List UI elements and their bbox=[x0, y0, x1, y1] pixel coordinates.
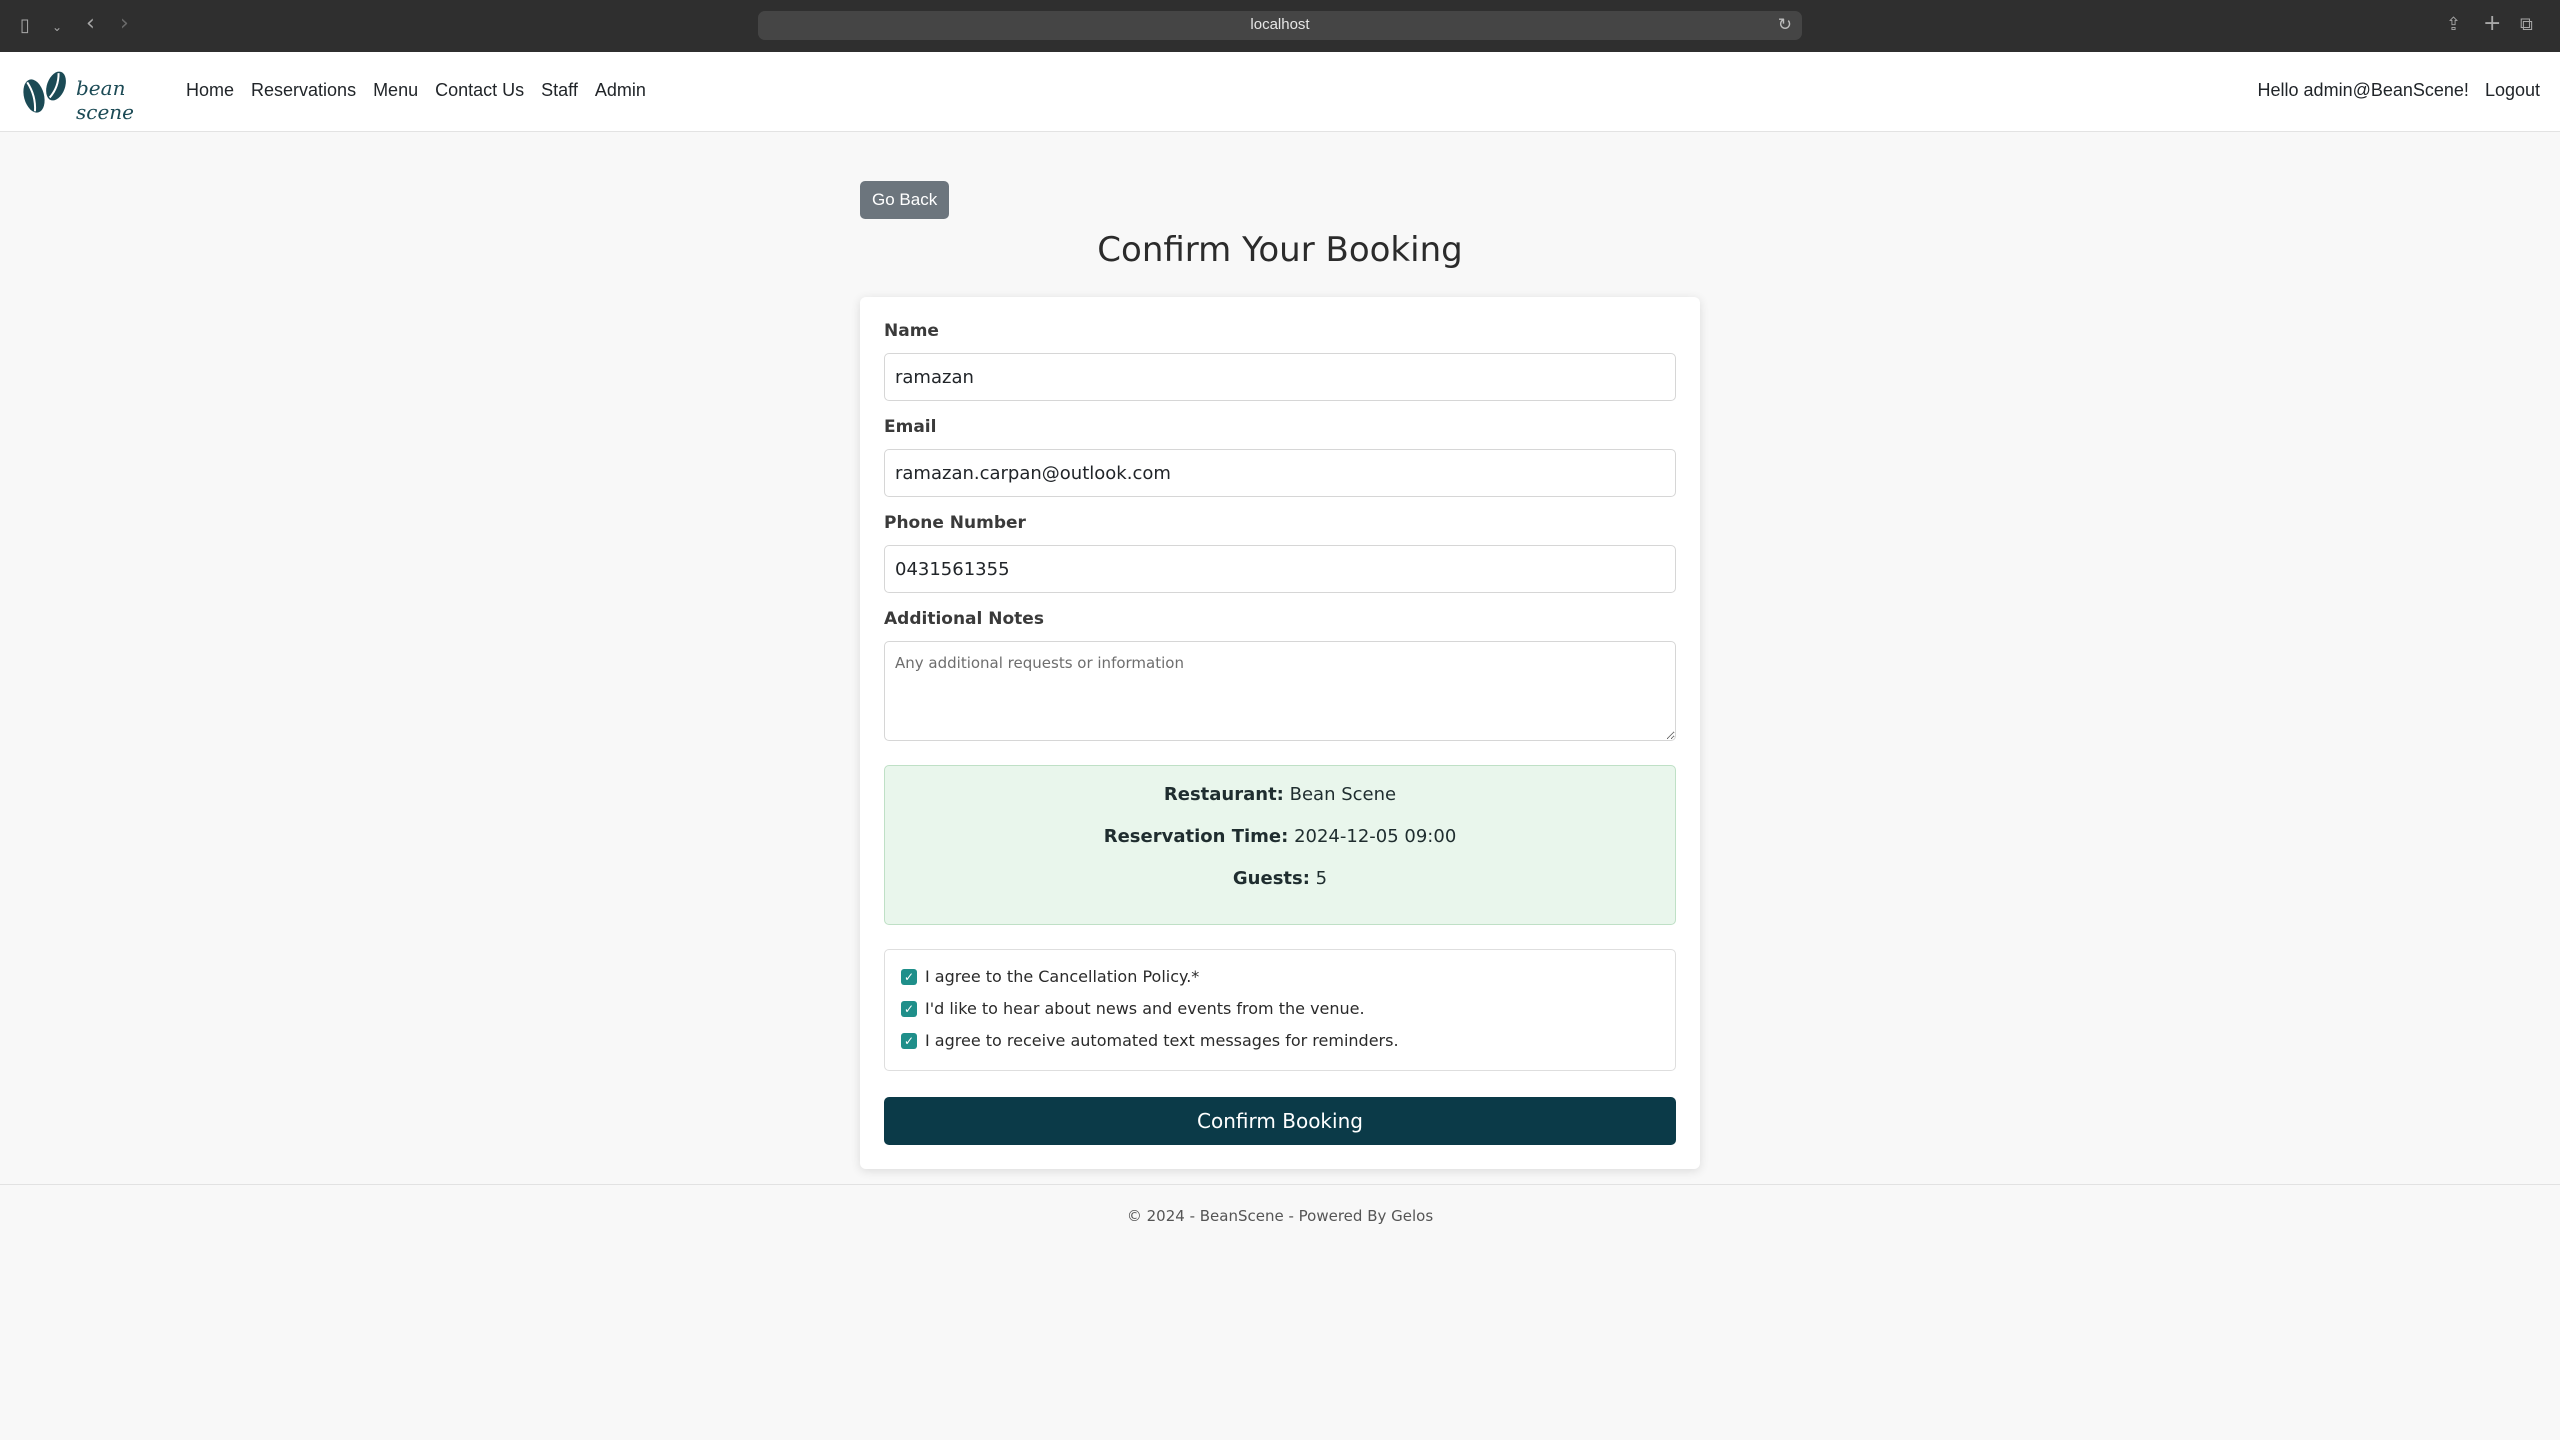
share-icon[interactable]: ⇪ bbox=[2446, 14, 2461, 36]
tabs-overview-icon[interactable]: ⧉ bbox=[2520, 14, 2533, 36]
guests-value: 5 bbox=[1315, 868, 1328, 889]
nav-home[interactable]: Home bbox=[186, 80, 234, 101]
checkbox-checked-icon[interactable]: ✓ bbox=[901, 1032, 917, 1049]
chevron-down-icon[interactable]: ⌄ bbox=[52, 16, 62, 38]
main-nav: Home Reservations Menu Contact Us Staff … bbox=[186, 80, 663, 101]
notes-label: Additional Notes bbox=[884, 609, 1044, 629]
email-field[interactable] bbox=[884, 449, 1676, 497]
logo-text: bean scene bbox=[76, 76, 135, 124]
nav-menu[interactable]: Menu bbox=[373, 80, 418, 101]
summary-guests: Guests: 5 bbox=[885, 868, 1675, 889]
summary-restaurant: Restaurant: Bean Scene bbox=[885, 784, 1675, 805]
notes-textarea[interactable] bbox=[884, 641, 1676, 741]
checkbox-text-reminders[interactable]: ✓ I agree to receive automated text mess… bbox=[901, 1031, 1399, 1050]
browser-toolbar: ▯ ⌄ ‹ › localhost ↻ ⇪ + ⧉ bbox=[0, 0, 2560, 52]
phone-field[interactable] bbox=[884, 545, 1676, 593]
reload-icon[interactable]: ↻ bbox=[1778, 15, 1792, 35]
checkbox-label: I'd like to hear about news and events f… bbox=[925, 999, 1365, 1018]
guests-label: Guests: bbox=[1232, 868, 1310, 889]
time-label: Reservation Time: bbox=[1103, 826, 1289, 847]
checkbox-cancellation-policy[interactable]: ✓ I agree to the Cancellation Policy.* bbox=[901, 967, 1199, 986]
footer-divider bbox=[0, 1184, 2560, 1185]
forward-arrow-icon[interactable]: › bbox=[120, 13, 129, 35]
sidebar-icon[interactable]: ▯ bbox=[20, 15, 30, 37]
coffee-bean-logo-icon bbox=[23, 71, 66, 113]
restaurant-value: Bean Scene bbox=[1289, 784, 1397, 805]
page-title: Confirm Your Booking bbox=[1097, 230, 1463, 270]
confirm-booking-button[interactable]: Confirm Booking bbox=[884, 1097, 1676, 1145]
user-area: Hello admin@BeanScene! Logout bbox=[2258, 80, 2540, 101]
back-arrow-icon[interactable]: ‹ bbox=[86, 13, 95, 35]
phone-label: Phone Number bbox=[884, 513, 1026, 533]
checkbox-label: I agree to receive automated text messag… bbox=[925, 1031, 1399, 1050]
name-field[interactable] bbox=[884, 353, 1676, 401]
footer-text: © 2024 - BeanScene - Powered By Gelos bbox=[1126, 1207, 1434, 1225]
restaurant-label: Restaurant: bbox=[1163, 784, 1284, 805]
time-value: 2024-12-05 09:00 bbox=[1294, 826, 1457, 847]
checkbox-checked-icon[interactable]: ✓ bbox=[901, 1000, 917, 1017]
checkbox-checked-icon[interactable]: ✓ bbox=[901, 968, 917, 985]
summary-time: Reservation Time: 2024-12-05 09:00 bbox=[885, 826, 1675, 847]
email-label: Email bbox=[884, 417, 937, 437]
url-text: localhost bbox=[1250, 16, 1310, 33]
name-label: Name bbox=[884, 321, 939, 341]
consent-checkboxes: ✓ I agree to the Cancellation Policy.* ✓… bbox=[884, 949, 1676, 1071]
checkbox-label: I agree to the Cancellation Policy.* bbox=[925, 967, 1200, 986]
nav-contact-us[interactable]: Contact Us bbox=[435, 80, 524, 101]
site-header: bean scene Home Reservations Menu Contac… bbox=[0, 52, 2560, 132]
booking-summary: Restaurant: Bean Scene Reservation Time:… bbox=[884, 765, 1676, 925]
go-back-button[interactable]: Go Back bbox=[860, 181, 950, 219]
plus-icon[interactable]: + bbox=[2483, 13, 2501, 35]
logo[interactable]: bean scene bbox=[18, 68, 158, 124]
nav-reservations[interactable]: Reservations bbox=[251, 80, 356, 101]
user-greeting[interactable]: Hello admin@BeanScene! bbox=[2258, 80, 2469, 101]
logout-link[interactable]: Logout bbox=[2485, 80, 2540, 101]
checkbox-news-events[interactable]: ✓ I'd like to hear about news and events… bbox=[901, 999, 1365, 1018]
booking-form-card: Name Email Phone Number Additional Notes… bbox=[860, 297, 1700, 1169]
nav-admin[interactable]: Admin bbox=[595, 80, 646, 101]
nav-staff[interactable]: Staff bbox=[541, 80, 578, 101]
address-bar[interactable]: localhost ↻ bbox=[758, 11, 1802, 40]
